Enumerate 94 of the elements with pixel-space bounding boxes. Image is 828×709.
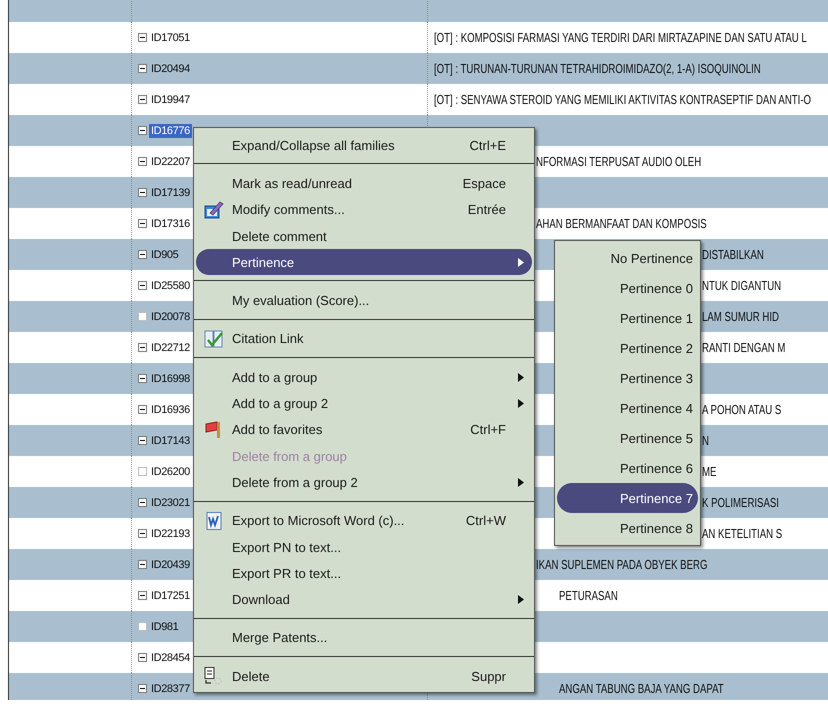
record-title: DISTABILKAN bbox=[702, 246, 764, 262]
record-title: ME bbox=[702, 464, 716, 478]
collapse-icon[interactable] bbox=[138, 95, 147, 104]
record-id[interactable]: ID26200 bbox=[149, 464, 192, 478]
submenu-arrow-icon bbox=[518, 595, 524, 604]
record-title: NTUK DIGANTUN bbox=[702, 278, 782, 292]
document-check-icon bbox=[204, 330, 224, 348]
menu-item[interactable]: Modify comments... Entrée bbox=[196, 196, 532, 223]
record-id[interactable]: ID16936 bbox=[149, 402, 192, 416]
record-title: ANGAN TABUNG BAJA YANG DAPAT bbox=[559, 680, 724, 696]
record-id[interactable]: ID905 bbox=[149, 248, 180, 262]
record-id[interactable]: ID20494 bbox=[149, 62, 192, 76]
record-title: IKAN SUPLEMEN PADA OBYEK BERG bbox=[536, 556, 708, 572]
menu-item[interactable]: My evaluation (Score)... bbox=[196, 287, 532, 314]
menu-item[interactable]: Download bbox=[196, 586, 532, 613]
record-id[interactable]: ID25580 bbox=[149, 278, 192, 292]
pencil-icon bbox=[204, 200, 224, 219]
submenu-arrow-icon bbox=[518, 478, 524, 487]
record-id[interactable]: ID28377 bbox=[149, 682, 192, 696]
record-id[interactable]: ID16776 bbox=[149, 124, 192, 138]
collapse-icon[interactable] bbox=[138, 684, 147, 693]
record-id[interactable]: ID19947 bbox=[149, 92, 192, 106]
submenu-item[interactable]: Pertinence 4 bbox=[557, 393, 698, 423]
record-title: A POHON ATAU S bbox=[702, 402, 782, 416]
submenu-arrow-icon bbox=[518, 258, 524, 267]
collapse-icon[interactable] bbox=[138, 529, 147, 538]
record-id[interactable]: ID28454 bbox=[149, 650, 192, 664]
record-title: AN KETELITIAN S bbox=[702, 526, 782, 540]
record-id[interactable]: ID23021 bbox=[149, 496, 192, 510]
menu-item[interactable]: Delete Suppr bbox=[196, 663, 532, 690]
collapse-icon[interactable] bbox=[138, 374, 147, 383]
menu-item[interactable]: Add to a group 2 bbox=[196, 390, 532, 417]
menu-item[interactable]: Merge Patents... bbox=[196, 624, 532, 652]
record-id[interactable]: ID981 bbox=[149, 620, 180, 634]
record-id[interactable]: ID17051 bbox=[149, 30, 192, 44]
collapse-icon[interactable] bbox=[138, 188, 147, 197]
word-document-icon bbox=[204, 512, 224, 530]
collapse-icon[interactable] bbox=[138, 64, 147, 73]
menu-item[interactable]: Delete from a group 2 bbox=[196, 469, 532, 496]
record-title: AHAN BERMANFAAT DAN KOMPOSIS bbox=[536, 216, 707, 230]
collapse-icon[interactable] bbox=[138, 219, 147, 228]
record-id[interactable]: ID22207 bbox=[149, 154, 192, 168]
menu-item[interactable]: Add to a group bbox=[196, 364, 532, 390]
record-id[interactable]: ID20078 bbox=[149, 310, 192, 324]
collapse-icon[interactable] bbox=[138, 591, 147, 600]
record-title: RANTI DENGAN M bbox=[702, 340, 786, 354]
collapse-icon[interactable] bbox=[138, 436, 147, 445]
document-delete-icon bbox=[204, 667, 224, 686]
submenu-item[interactable]: Pertinence 8 bbox=[557, 513, 698, 543]
record-id[interactable]: ID17139 bbox=[149, 186, 192, 200]
record-title: [OT] : TURUNAN-TURUNAN TETRAHIDROIMIDAZO(2, 1-A) ISOQUINOLIN bbox=[434, 60, 761, 76]
record-title: PETURASAN bbox=[559, 588, 618, 602]
collapse-icon[interactable] bbox=[138, 405, 147, 414]
menu-item[interactable]: Export to Microsoft Word (c)... Ctrl+W bbox=[196, 508, 532, 534]
record-title: K POLIMERISASI bbox=[702, 494, 779, 510]
record-id[interactable]: ID22712 bbox=[149, 340, 192, 354]
submenu-arrow-icon bbox=[518, 372, 524, 382]
collapse-icon[interactable] bbox=[138, 653, 147, 662]
submenu-item[interactable]: Pertinence 6 bbox=[557, 453, 698, 483]
submenu-item[interactable]: Pertinence 3 bbox=[557, 363, 698, 393]
record-id[interactable]: ID20439 bbox=[149, 558, 192, 572]
submenu-item[interactable]: No Pertinence bbox=[557, 243, 698, 273]
collapse-icon[interactable] bbox=[138, 498, 147, 507]
menu-item[interactable]: Add to favorites Ctrl+F bbox=[196, 416, 532, 443]
menu-item[interactable]: Export PN to text... bbox=[196, 534, 532, 560]
collapse-icon[interactable] bbox=[138, 126, 147, 135]
record-id[interactable]: ID17251 bbox=[149, 588, 192, 602]
collapse-icon[interactable] bbox=[138, 560, 147, 569]
submenu-item[interactable]: Pertinence 1 bbox=[557, 303, 698, 333]
menu-item[interactable]: Pertinence bbox=[196, 249, 532, 276]
collapse-icon[interactable] bbox=[138, 343, 147, 352]
submenu-item[interactable]: Pertinence 7 bbox=[557, 483, 698, 513]
record-title: [OT] : SENYAWA STEROID YANG MEMILIKI AKTIVITAS KONTRASEPTIF DAN ANTI-O bbox=[434, 92, 812, 106]
submenu-arrow-icon bbox=[518, 399, 524, 408]
record-id[interactable]: ID16998 bbox=[149, 372, 192, 386]
menu-item[interactable]: Mark as read/unread Espace bbox=[196, 170, 532, 197]
submenu-item[interactable]: Pertinence 5 bbox=[557, 423, 698, 453]
menu-item[interactable]: Expand/Collapse all families Ctrl+E bbox=[196, 132, 532, 158]
collapse-icon[interactable] bbox=[138, 157, 147, 166]
menu-item[interactable]: Citation Link bbox=[196, 326, 532, 352]
submenu-item[interactable]: Pertinence 2 bbox=[557, 333, 698, 363]
record-id[interactable]: ID17143 bbox=[149, 434, 192, 448]
record-id[interactable]: ID17316 bbox=[149, 216, 192, 230]
record-title: [OT] : KOMPOSISI FARMASI YANG TERDIRI DARI MIRTAZAPINE DAN SATU ATAU L bbox=[434, 30, 807, 44]
collapse-icon[interactable] bbox=[138, 33, 147, 42]
record-id[interactable]: ID22193 bbox=[149, 526, 192, 540]
record-title: N bbox=[702, 432, 709, 448]
collapse-icon[interactable] bbox=[138, 250, 147, 259]
record-title: NFORMASI TERPUSAT AUDIO OLEH bbox=[536, 154, 702, 168]
record-title: LAM SUMUR HID bbox=[702, 308, 779, 324]
menu-item[interactable]: Export PR to text... bbox=[196, 560, 532, 586]
collapse-icon[interactable] bbox=[138, 281, 147, 290]
menu-item[interactable]: Delete comment bbox=[196, 222, 532, 250]
submenu-item[interactable]: Pertinence 0 bbox=[557, 273, 698, 303]
